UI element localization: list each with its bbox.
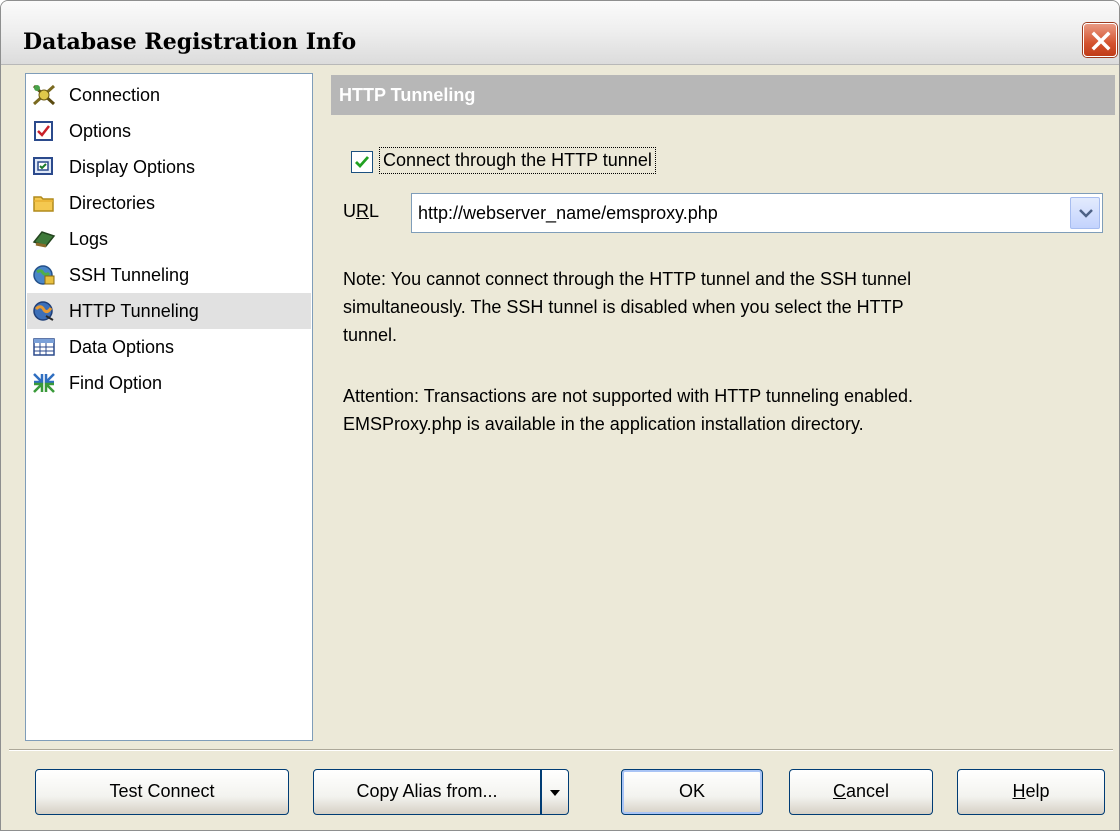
nav-item-directories[interactable]: Directories (27, 185, 311, 221)
ssh-tunneling-icon (33, 265, 55, 285)
find-option-icon (33, 373, 55, 393)
cancel-button[interactable]: Cancel (789, 769, 933, 815)
url-dropdown-button[interactable] (1070, 197, 1100, 229)
http-tunnel-checkbox[interactable] (351, 151, 373, 173)
note-line: tunnel. (343, 325, 398, 345)
note-text: Note: You cannot connect through the HTT… (343, 265, 1103, 349)
note-line: simultaneously. The SSH tunnel is disabl… (343, 297, 904, 317)
nav-item-options[interactable]: Options (27, 113, 311, 149)
chevron-down-icon (1079, 209, 1093, 218)
ok-button[interactable]: OK (621, 769, 763, 815)
attention-line: EMSProxy.php is available in the applica… (343, 414, 864, 434)
copy-alias-dropdown-button[interactable] (541, 769, 569, 815)
section-title: HTTP Tunneling (339, 85, 476, 105)
folder-icon (33, 196, 54, 212)
nav-label-http-tunneling: HTTP Tunneling (69, 301, 199, 321)
nav-label-find-option: Find Option (69, 373, 163, 393)
close-button[interactable] (1083, 23, 1117, 57)
nav-item-http-tunneling[interactable]: HTTP Tunneling (27, 293, 311, 329)
url-combobox[interactable]: http://webserver_name/emsproxy.php (411, 193, 1103, 233)
data-options-icon (33, 338, 55, 356)
nav-item-ssh-tunneling[interactable]: SSH Tunneling (27, 257, 311, 293)
connection-icon (32, 84, 56, 106)
nav-label-connection: Connection (69, 85, 161, 105)
dialog-window: Database Registration Info Connection Op… (0, 0, 1120, 831)
copy-alias-button[interactable]: Copy Alias from... (313, 769, 541, 815)
nav-tree: Connection Options Display Options Direc… (25, 73, 313, 741)
title-bar[interactable]: Database Registration Info (1, 1, 1119, 65)
nav-item-display-options[interactable]: Display Options (27, 149, 311, 185)
window-title: Database Registration Info (23, 29, 357, 55)
nav-label-display-options: Display Options (69, 157, 196, 177)
nav-item-find-option[interactable]: Find Option (27, 365, 311, 401)
http-tunneling-icon (33, 301, 54, 321)
section-header: HTTP Tunneling (331, 75, 1115, 115)
http-tunnel-checkbox-label[interactable]: Connect through the HTTP tunnel (379, 147, 656, 174)
attention-text: Attention: Transactions are not supporte… (343, 382, 1103, 438)
url-label: URL (343, 201, 380, 221)
nav-label-directories: Directories (69, 193, 156, 213)
caret-down-icon (550, 790, 560, 796)
nav-item-connection[interactable]: Connection (27, 77, 311, 113)
test-connect-button[interactable]: Test Connect (35, 769, 289, 815)
nav-label-data-options: Data Options (69, 337, 175, 357)
help-button[interactable]: Help (957, 769, 1105, 815)
attention-line: Attention: Transactions are not supporte… (343, 386, 914, 406)
display-options-icon (33, 157, 53, 175)
nav-label-options: Options (69, 121, 132, 141)
options-icon (34, 121, 53, 141)
nav-label-ssh-tunneling: SSH Tunneling (69, 265, 190, 285)
footer-divider (9, 749, 1113, 751)
nav-label-logs: Logs (69, 229, 109, 249)
logs-icon (32, 231, 56, 248)
nav-item-data-options[interactable]: Data Options (27, 329, 311, 365)
nav-item-logs[interactable]: Logs (27, 221, 311, 257)
checkmark-icon (355, 156, 370, 169)
url-input[interactable]: http://webserver_name/emsproxy.php (418, 203, 718, 224)
close-icon (1091, 31, 1111, 51)
note-line: Note: You cannot connect through the HTT… (343, 269, 912, 289)
